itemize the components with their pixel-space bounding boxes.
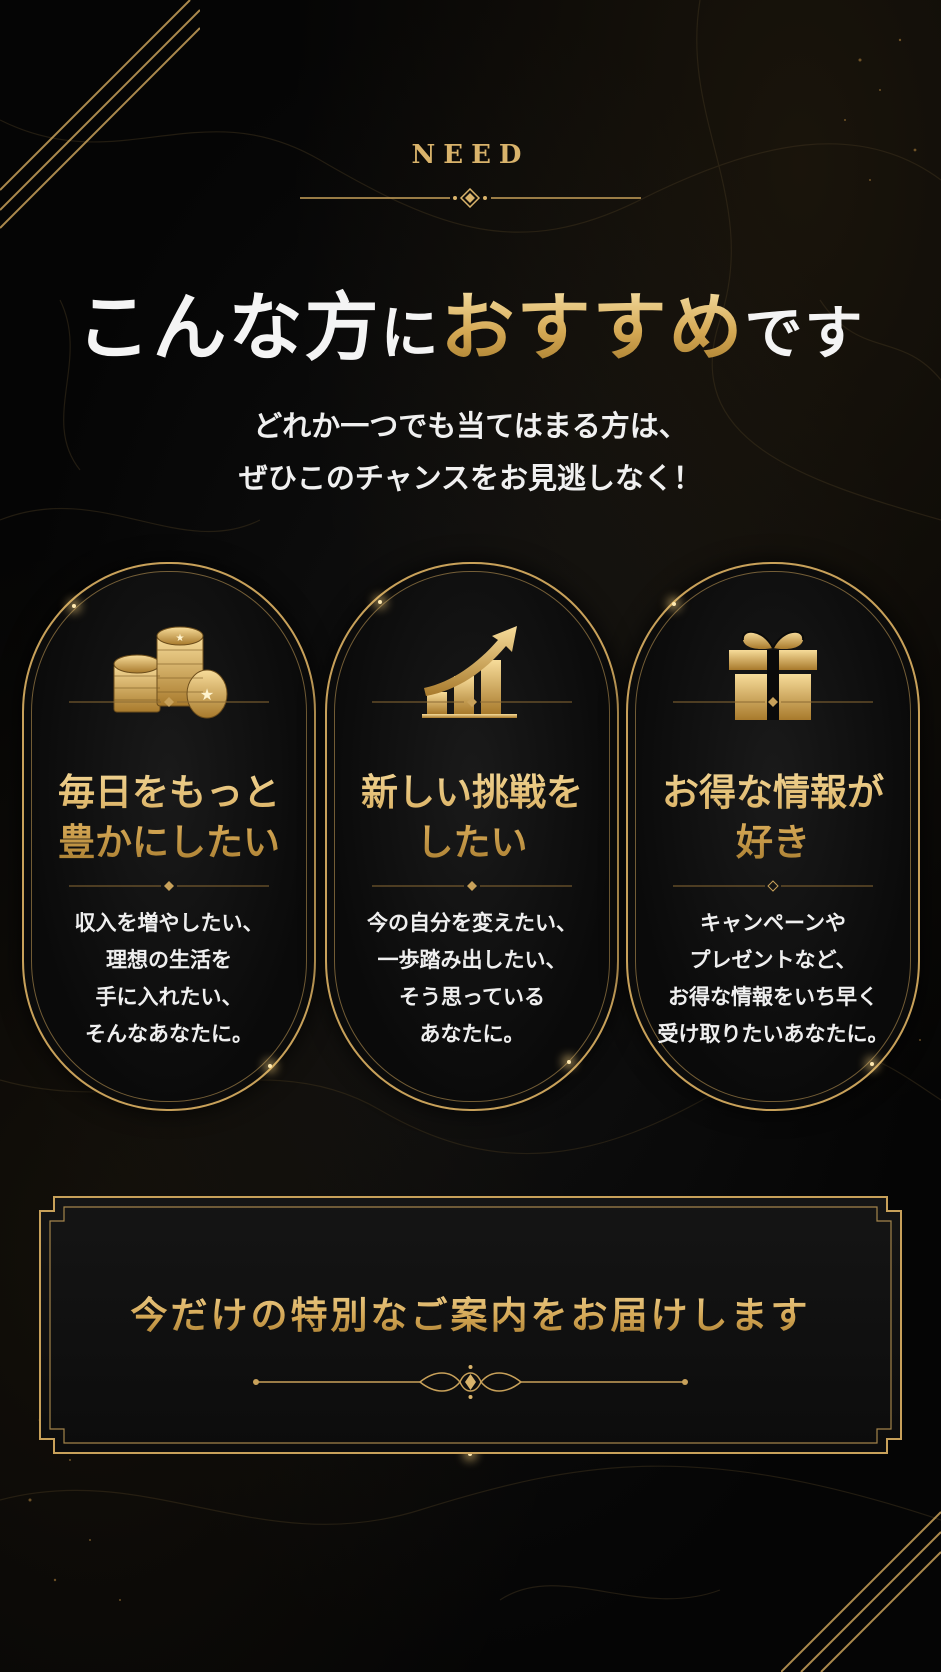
card-description: 収入を増やしたい、 理想の生活を 手に入れたい、 そんなあなたに。 (74, 910, 264, 1046)
headline-part4: です (744, 299, 865, 367)
card-divider-bottom (69, 881, 269, 891)
feature-card-3: お得な情報が 好き キャンペーンや プレゼントなど、 お得な情報をいち早く 受け… (626, 562, 920, 1111)
corner-lines-top-left (0, 0, 200, 229)
card-divider-top (372, 697, 572, 707)
section-headline: こんな方におすすめです (0, 268, 941, 375)
sparkle-decoration (672, 602, 676, 606)
section-eyebrow: NEED (411, 140, 530, 170)
svg-text:★: ★ (176, 633, 185, 644)
cta-flourish (253, 1365, 688, 1399)
coins-icon: ★ ★ (113, 626, 228, 719)
need-section: NEED こんな方におすすめです どれか一つでも当てはまる方は、 ぜひこのチャン… (0, 0, 941, 1672)
headline-part3: おすすめ (440, 285, 745, 371)
gift-icon (729, 630, 817, 720)
card-divider-top (69, 697, 269, 707)
feature-card-1: ★ ★ 毎日をもっと 豊かにしたい 収入を増やしたい、 理想の生活を 手に入れた… (22, 562, 316, 1111)
lead-line-2: ぜひこのチャンスをお見逃しなく！ (238, 461, 703, 495)
sparkle-decoration (378, 600, 382, 604)
lead-line-1: どれか一つでも当てはまる方は、 (253, 409, 688, 443)
section-lead: どれか一つでも当てはまる方は、 ぜひこのチャンスをお見逃しなく！ (0, 400, 941, 504)
card-title: 新しい挑戦を したい (327, 767, 617, 867)
card-title: 毎日をもっと 豊かにしたい (24, 767, 314, 867)
sparkle-decoration (870, 1062, 874, 1066)
sparkle-decoration (72, 604, 76, 608)
card-divider-bottom (673, 880, 873, 892)
card-title: お得な情報が 好き (628, 767, 918, 867)
corner-lines-bottom-right (781, 1511, 941, 1672)
sparkle-decoration (567, 1060, 571, 1064)
headline-part2: に (380, 299, 441, 367)
sparkle-decoration (268, 1064, 272, 1068)
card-description: 今の自分を変えたい、 一歩踏み出したい、 そう思っている あなたに。 (367, 910, 577, 1046)
card-divider-top (673, 697, 873, 707)
cta-message: 今だけの特別なご案内をお届けします (0, 1285, 941, 1339)
eyebrow-divider (300, 188, 641, 208)
headline-part1: こんな方 (76, 285, 381, 371)
card-divider-bottom (372, 881, 572, 891)
growth-chart-icon (422, 626, 517, 718)
card-description: キャンペーンや プレゼントなど、 お得な情報をいち早く 受け取りたいあなたに。 (657, 910, 889, 1046)
feature-card-2: 新しい挑戦を したい 今の自分を変えたい、 一歩踏み出したい、 そう思っている … (325, 562, 619, 1111)
